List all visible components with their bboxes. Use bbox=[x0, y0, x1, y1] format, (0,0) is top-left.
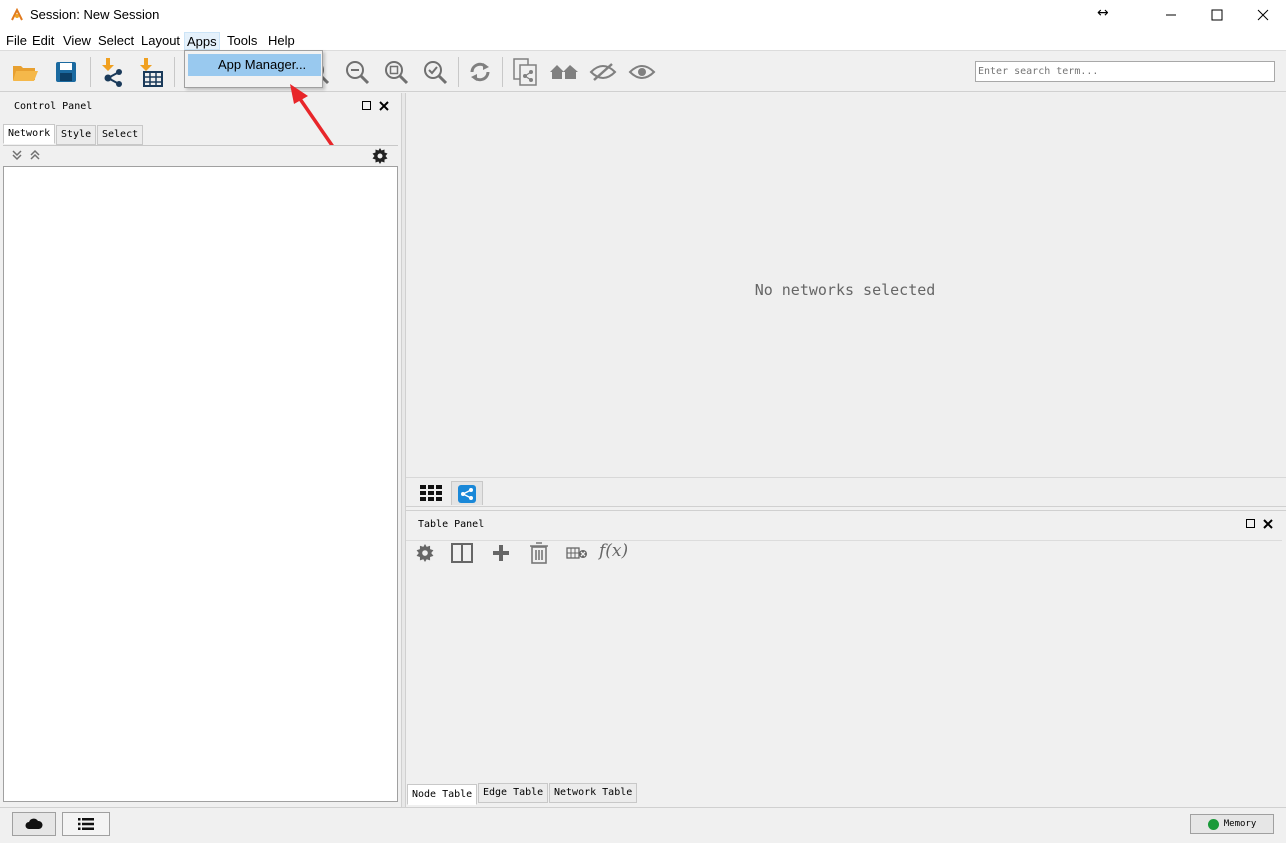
tab-network-table[interactable]: Network Table bbox=[549, 783, 638, 803]
list-icon bbox=[78, 818, 94, 830]
empty-network-message: No networks selected bbox=[754, 281, 936, 299]
table-options-button[interactable] bbox=[416, 544, 434, 565]
import-network-button[interactable] bbox=[97, 57, 127, 87]
tab-style[interactable]: Style bbox=[56, 125, 97, 145]
float-icon bbox=[362, 101, 371, 110]
task-list-button[interactable] bbox=[62, 812, 110, 836]
zoom-fit-button[interactable] bbox=[381, 57, 411, 87]
gear-icon bbox=[416, 544, 434, 562]
grid-view-button[interactable] bbox=[416, 482, 446, 504]
menu-file[interactable]: File bbox=[4, 32, 29, 50]
double-chevron-up-icon bbox=[30, 149, 40, 160]
resize-indicator: ↔ bbox=[1097, 5, 1109, 21]
open-session-button[interactable] bbox=[10, 57, 40, 87]
delete-table-button[interactable] bbox=[566, 546, 588, 563]
close-icon bbox=[1263, 519, 1273, 529]
view-mode-bar bbox=[406, 477, 1286, 507]
search-input[interactable] bbox=[975, 61, 1275, 82]
window-title: Session: New Session bbox=[30, 7, 160, 22]
network-tab-toolbar bbox=[3, 145, 398, 166]
tab-network[interactable]: Network bbox=[3, 124, 56, 144]
import-table-button[interactable] bbox=[135, 57, 165, 87]
show-icon bbox=[628, 65, 656, 79]
network-view-button[interactable] bbox=[451, 481, 483, 505]
save-session-button[interactable] bbox=[51, 57, 81, 87]
cloud-button[interactable] bbox=[12, 812, 56, 836]
close-icon bbox=[379, 101, 389, 111]
trash-icon bbox=[530, 542, 548, 564]
tab-select[interactable]: Select bbox=[97, 125, 144, 145]
menu-tools[interactable]: Tools bbox=[225, 32, 259, 50]
delete-column-button[interactable] bbox=[529, 542, 549, 567]
title-bar bbox=[0, 0, 1286, 30]
save-icon bbox=[56, 62, 76, 82]
import-network-icon bbox=[102, 58, 122, 87]
memory-label: Memory bbox=[1223, 819, 1257, 829]
hide-button[interactable] bbox=[588, 57, 618, 87]
float-panel-button[interactable] bbox=[361, 100, 373, 115]
grid-icon bbox=[420, 485, 442, 501]
home-icon bbox=[550, 65, 578, 79]
open-folder-icon bbox=[13, 66, 38, 81]
float-table-panel-button[interactable] bbox=[1245, 518, 1257, 533]
double-chevron-down-icon bbox=[12, 150, 22, 161]
expand-all-button[interactable] bbox=[11, 149, 23, 164]
columns-icon bbox=[451, 543, 473, 563]
float-icon bbox=[1246, 519, 1255, 528]
clone-network-icon bbox=[513, 58, 537, 86]
control-panel-title: Control Panel bbox=[14, 101, 93, 112]
maximize-icon bbox=[1211, 9, 1223, 21]
menu-edit[interactable]: Edit bbox=[30, 32, 56, 50]
close-panel-button[interactable] bbox=[378, 100, 390, 115]
minimize-icon bbox=[1166, 14, 1176, 16]
memory-status-dot bbox=[1207, 818, 1219, 830]
function-builder-button[interactable]: f(x) bbox=[599, 541, 628, 561]
table-delete-icon bbox=[566, 547, 587, 559]
close-icon bbox=[1257, 9, 1269, 21]
home-button[interactable] bbox=[549, 57, 579, 87]
menu-apps[interactable]: Apps bbox=[184, 32, 220, 50]
cloud-icon bbox=[25, 818, 43, 829]
tab-edge-table[interactable]: Edge Table bbox=[478, 783, 549, 803]
table-panel-title: Table Panel bbox=[418, 519, 485, 530]
network-settings-button[interactable] bbox=[372, 148, 388, 167]
show-button[interactable] bbox=[627, 57, 657, 87]
menu-bar: File Edit View Select Layout Apps Tools … bbox=[0, 30, 1286, 50]
gear-icon bbox=[372, 148, 388, 164]
add-column-button[interactable] bbox=[491, 543, 511, 566]
tab-node-table[interactable]: Node Table bbox=[407, 784, 478, 805]
menu-layout[interactable]: Layout bbox=[139, 32, 182, 50]
table-content-area[interactable] bbox=[406, 568, 1282, 782]
status-bar bbox=[0, 807, 1286, 843]
cytoscape-icon bbox=[11, 8, 23, 21]
minimize-button[interactable] bbox=[1148, 0, 1194, 30]
app-manager-menu-item[interactable]: App Manager... bbox=[188, 54, 321, 76]
function-icon: f(x) bbox=[599, 541, 629, 561]
close-button[interactable] bbox=[1240, 0, 1286, 30]
zoom-selected-icon bbox=[424, 61, 448, 85]
import-table-icon bbox=[140, 58, 163, 87]
menu-view[interactable]: View bbox=[61, 32, 93, 50]
menu-help[interactable]: Help bbox=[266, 32, 297, 50]
memory-button[interactable]: Memory bbox=[1190, 814, 1274, 834]
network-list[interactable] bbox=[3, 166, 398, 802]
maximize-button[interactable] bbox=[1194, 0, 1240, 30]
refresh-icon bbox=[470, 62, 490, 82]
close-table-panel-button[interactable] bbox=[1262, 518, 1274, 533]
zoom-fit-icon bbox=[385, 61, 409, 85]
show-columns-button[interactable] bbox=[451, 543, 473, 566]
network-share-icon bbox=[458, 484, 476, 503]
collapse-all-button[interactable] bbox=[29, 149, 41, 164]
menu-select[interactable]: Select bbox=[96, 32, 136, 50]
plus-icon bbox=[493, 545, 509, 561]
zoom-selected-button[interactable] bbox=[420, 57, 450, 87]
hide-icon bbox=[589, 63, 617, 81]
refresh-button[interactable] bbox=[465, 57, 495, 87]
clone-network-button[interactable] bbox=[510, 57, 540, 87]
